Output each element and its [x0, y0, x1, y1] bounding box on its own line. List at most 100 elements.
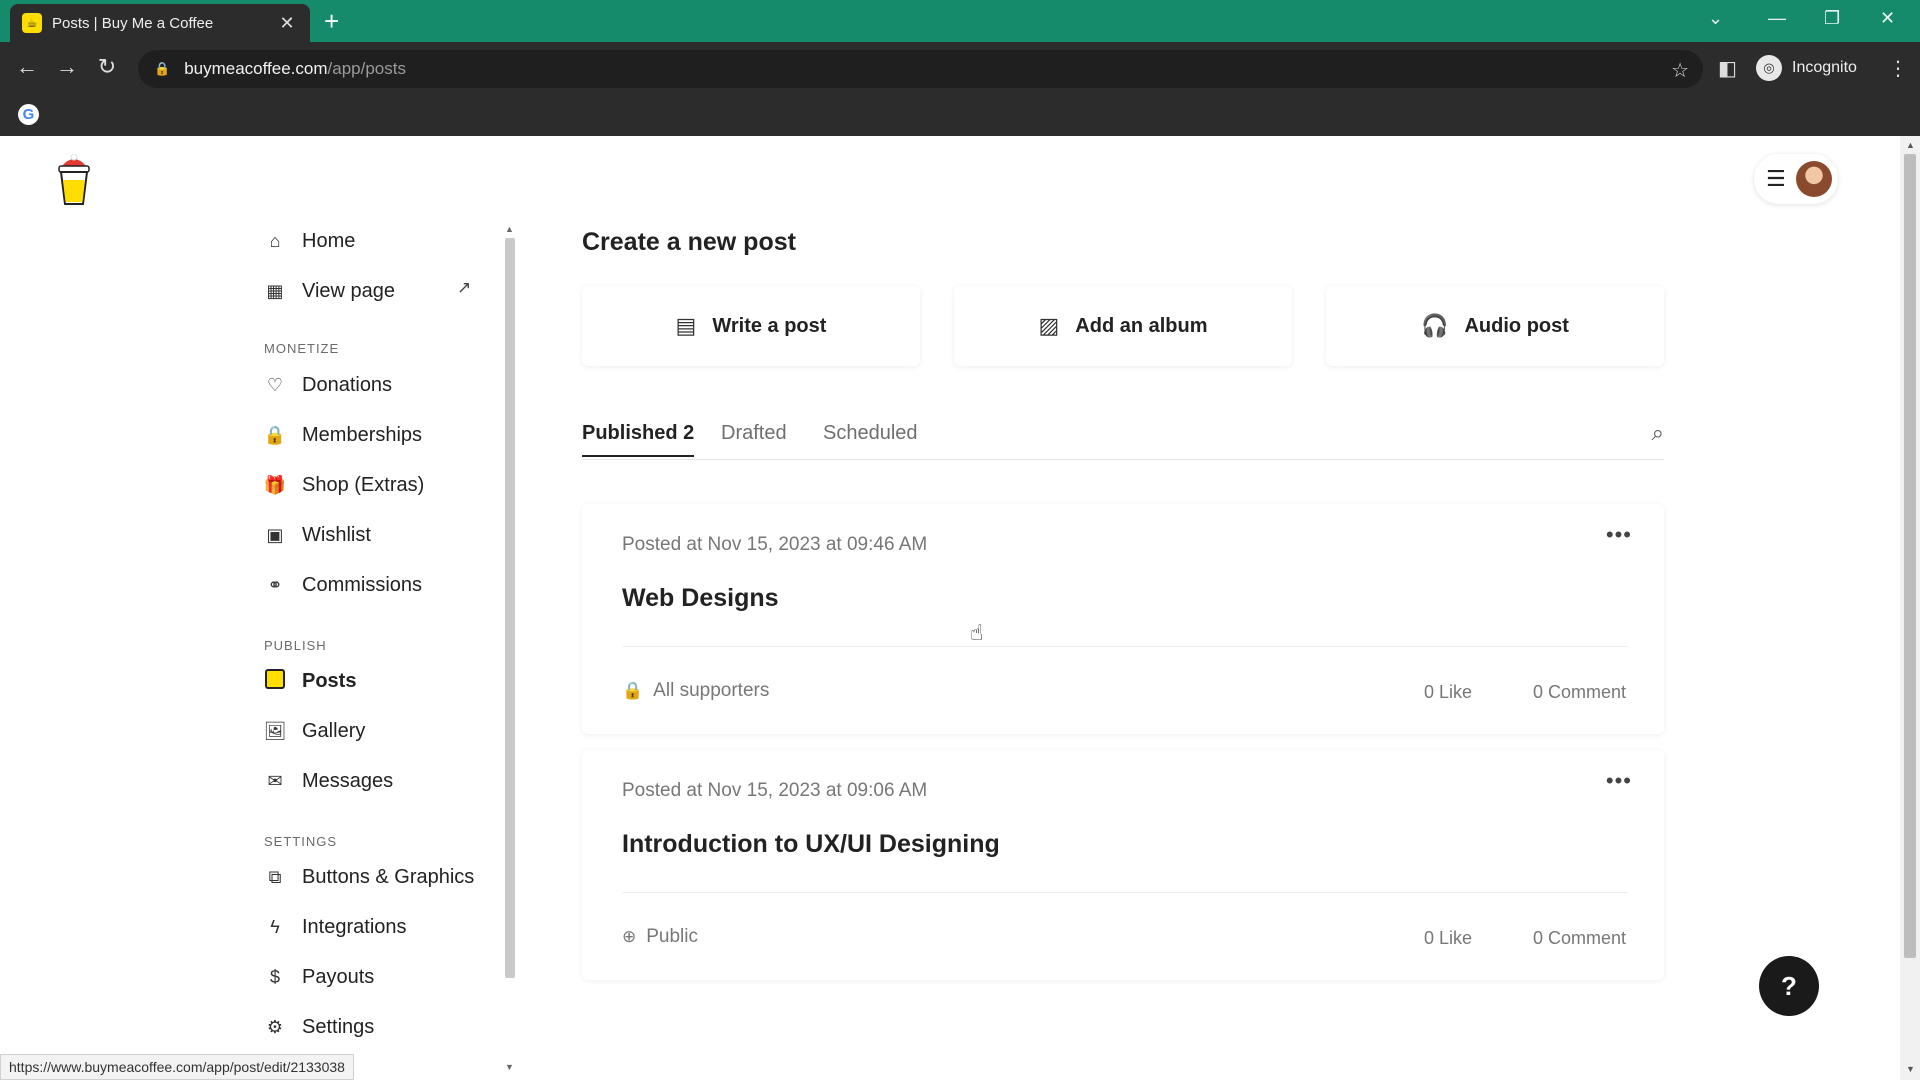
sidebar-scroll-thumb[interactable] — [505, 238, 515, 978]
forward-icon[interactable]: → — [52, 54, 82, 80]
lock-icon: 🔒 — [263, 424, 287, 445]
post-card[interactable]: Posted at Nov 15, 2023 at 09:06 AM Intro… — [582, 750, 1664, 980]
account-menu-button[interactable]: ☰ — [1754, 154, 1838, 204]
scroll-up-icon[interactable]: ▲ — [1906, 140, 1915, 150]
sidebar-item-commissions[interactable]: ⚭ Commissions — [262, 570, 422, 600]
post-meta: Posted at Nov 15, 2023 at 09:06 AM — [622, 780, 928, 801]
section-label-settings: SETTINGS — [264, 834, 338, 849]
status-bar-url: https://www.buymeacoffee.com/app/post/ed… — [0, 1054, 354, 1080]
new-tab-icon[interactable]: + — [324, 8, 339, 34]
sidebar-item-donations[interactable]: ♡ Donations — [262, 370, 392, 400]
sidebar-item-integrations[interactable]: ϟ Integrations — [262, 912, 406, 942]
divider — [622, 646, 1628, 647]
likes-count: 0 Like — [1423, 928, 1472, 948]
page-scroll-thumb[interactable] — [1904, 154, 1916, 958]
sidebar-scrollbar[interactable]: ▲ ▼ — [503, 224, 517, 1074]
sidebar-item-shop[interactable]: 🎁 Shop (Extras) — [262, 470, 424, 500]
minimize-icon[interactable]: — — [1768, 8, 1786, 29]
post-card[interactable]: Posted at Nov 15, 2023 at 09:46 AM Web D… — [582, 504, 1664, 734]
close-tab-icon[interactable]: ✕ — [276, 13, 298, 34]
post-meta: Posted at Nov 15, 2023 at 09:46 AM — [622, 534, 928, 555]
sidebar-item-label: Messages — [302, 769, 394, 792]
help-button[interactable]: ? — [1759, 956, 1819, 1016]
sidebar-item-label: Home — [302, 229, 356, 252]
url-path: /app/posts — [327, 59, 406, 78]
buymeacoffee-logo-icon[interactable] — [56, 154, 92, 206]
more-options-icon[interactable]: ••• — [1606, 768, 1632, 794]
audio-post-button[interactable]: 🎧 Audio post — [1326, 286, 1664, 366]
tab-title: Posts | Buy Me a Coffee — [52, 14, 214, 32]
sidebar-item-label: Shop (Extras) — [302, 473, 425, 496]
sidebar-item-label: Memberships — [302, 423, 423, 446]
side-panel-icon[interactable]: ◧ — [1718, 56, 1737, 81]
section-label-publish: PUBLISH — [264, 638, 327, 653]
bookmark-star-icon[interactable]: ☆ — [1671, 58, 1689, 83]
address-bar[interactable]: 🔒 buymeacoffee.com/app/posts ☆ — [138, 50, 1703, 88]
wishlist-icon: ▣ — [266, 524, 284, 545]
sidebar-item-payouts[interactable]: $ Payouts — [262, 962, 374, 992]
sidebar-item-label: Donations — [302, 373, 393, 396]
document-icon: ▤ — [675, 313, 697, 338]
restore-icon[interactable]: ❐ — [1824, 8, 1840, 29]
sidebar-item-messages[interactable]: ✉ Messages — [262, 766, 393, 796]
lock-icon: 🔒 — [622, 681, 644, 700]
section-label-monetize: MONETIZE — [264, 341, 340, 356]
headphones-icon: 🎧 — [1421, 313, 1449, 338]
post-title[interactable]: Introduction to UX/UI Designing — [622, 830, 1000, 859]
sidebar-item-memberships[interactable]: 🔒 Memberships — [262, 420, 422, 450]
close-window-icon[interactable]: ✕ — [1880, 8, 1895, 29]
sidebar-item-gallery[interactable]: 🖼 Gallery — [262, 716, 366, 746]
avatar — [1795, 161, 1832, 197]
sidebar-item-posts[interactable]: Posts — [262, 666, 356, 696]
sidebar-item-view-page[interactable]: ▦ View page — [262, 276, 395, 306]
more-options-icon[interactable]: ••• — [1606, 522, 1632, 548]
audio-post-label: Audio post — [1464, 314, 1569, 337]
posts-icon — [262, 668, 288, 694]
image-icon: ▨ — [1038, 313, 1060, 338]
page-scrollbar[interactable]: ▲ ▼ — [1900, 136, 1920, 1080]
coffee-favicon-icon: ☕ — [22, 13, 42, 33]
scroll-down-icon[interactable]: ▼ — [1906, 1064, 1915, 1074]
gear-icon: ⚙ — [266, 1016, 284, 1037]
divider — [622, 892, 1628, 893]
reload-icon[interactable]: ↻ — [92, 54, 122, 80]
tab-published[interactable]: Published 2 — [582, 422, 695, 457]
sidebar-item-buttons-graphics[interactable]: ⧉ Buttons & Graphics — [262, 862, 475, 892]
sidebar-item-label: Wishlist — [302, 523, 371, 546]
external-link-icon[interactable]: ↗ — [457, 278, 471, 298]
image-icon: 🖼 — [263, 720, 287, 741]
search-icon[interactable]: ⌕ — [1652, 420, 1664, 446]
gift-icon: 🎁 — [263, 474, 287, 495]
visibility-label: Public — [646, 926, 698, 947]
incognito-label: Incognito — [1792, 59, 1857, 76]
incognito-profile[interactable]: ◎ Incognito — [1756, 51, 1857, 85]
scroll-up-icon[interactable]: ▲ — [505, 224, 514, 234]
sidebar-item-label: Settings — [302, 1015, 375, 1038]
tab-drafted[interactable]: Drafted — [721, 422, 787, 455]
post-title[interactable]: Web Designs — [622, 584, 779, 613]
post-visibility: ⊕ Public — [622, 926, 698, 948]
likes-count: 0 Like — [1423, 682, 1472, 702]
lock-icon: 🔒 — [154, 61, 171, 76]
bolt-icon: ϟ — [270, 916, 280, 937]
sidebar-item-wishlist[interactable]: ▣ Wishlist — [262, 520, 371, 550]
hand-cursor-icon: ☝ — [970, 620, 984, 645]
browser-menu-icon[interactable]: ⋮ — [1888, 56, 1908, 81]
write-post-label: Write a post — [712, 314, 827, 337]
tab-search-icon[interactable]: ⌄ — [1708, 8, 1723, 29]
sidebar-item-home[interactable]: ⌂ Home — [262, 226, 356, 256]
post-tabs: Published 2 Drafted Scheduled ⌕ — [582, 420, 1664, 460]
create-post-title: Create a new post — [582, 228, 796, 256]
back-icon[interactable]: ← — [12, 54, 42, 80]
sidebar-item-label: View page — [302, 279, 396, 302]
scroll-down-icon[interactable]: ▼ — [505, 1062, 514, 1072]
sidebar-item-settings[interactable]: ⚙ Settings — [262, 1012, 374, 1042]
google-bookmark-icon[interactable]: G — [18, 104, 39, 125]
add-album-button[interactable]: ▨ Add an album — [954, 286, 1292, 366]
sidebar-item-label: Payouts — [302, 965, 375, 988]
code-window-icon: ⧉ — [268, 866, 282, 887]
tab-scheduled[interactable]: Scheduled — [823, 422, 918, 455]
browser-tab[interactable]: ☕ Posts | Buy Me a Coffee ✕ — [10, 4, 310, 42]
bookmarks-bar: G — [0, 94, 1920, 136]
write-post-button[interactable]: ▤ Write a post — [582, 286, 920, 366]
